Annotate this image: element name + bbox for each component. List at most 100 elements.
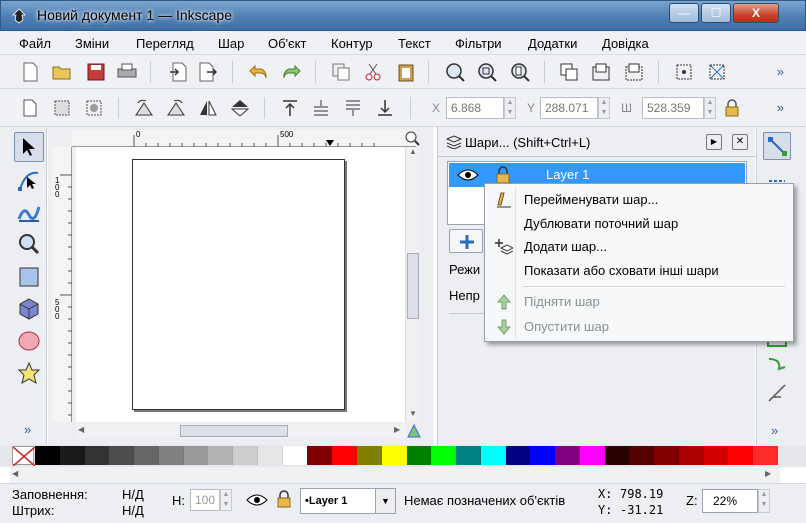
color-swatch[interactable] bbox=[555, 446, 581, 465]
group-icon[interactable] bbox=[589, 60, 613, 84]
color-swatch[interactable] bbox=[257, 446, 283, 465]
undo-icon[interactable] bbox=[247, 60, 271, 84]
redo-icon[interactable] bbox=[279, 60, 303, 84]
color-swatch[interactable] bbox=[703, 446, 729, 465]
color-swatch[interactable] bbox=[183, 446, 209, 465]
save-icon[interactable] bbox=[84, 60, 108, 84]
node-tool-icon[interactable] bbox=[14, 165, 44, 195]
ungroup-icon[interactable] bbox=[622, 60, 646, 84]
raise-to-top-icon[interactable] bbox=[278, 96, 302, 120]
snap-toggle-icon[interactable] bbox=[763, 132, 791, 160]
palette-scrollbar[interactable]: ◀ ▶ bbox=[10, 467, 780, 483]
current-layer-dropdown[interactable]: •Layer 1 ▼ bbox=[300, 488, 396, 514]
w-spin-arrows[interactable]: ▲ ▼ bbox=[704, 97, 716, 119]
y-field[interactable]: 288.071 bbox=[540, 97, 598, 119]
color-manage-icon[interactable] bbox=[407, 423, 421, 438]
color-swatch[interactable] bbox=[208, 446, 234, 465]
eye-icon[interactable] bbox=[457, 167, 479, 183]
layer-visibility-eye-icon[interactable] bbox=[246, 492, 268, 508]
flip-vertical-icon[interactable] bbox=[228, 96, 252, 120]
menu-extensions[interactable]: Додатки bbox=[528, 36, 577, 51]
zoom-spin-arrows[interactable]: ▲ ▼ bbox=[758, 489, 770, 513]
menu-item-add-layer[interactable]: Додати шар... bbox=[487, 235, 791, 258]
maximize-button[interactable]: ☐ bbox=[701, 3, 731, 23]
select-all-layers-icon[interactable] bbox=[50, 96, 74, 120]
menu-item-raise-layer[interactable]: Підняти шар bbox=[487, 290, 791, 313]
horizontal-scroll-thumb[interactable] bbox=[180, 425, 288, 437]
color-swatch[interactable] bbox=[84, 446, 110, 465]
menu-object[interactable]: Об'єкт bbox=[268, 36, 306, 51]
menu-file[interactable]: Файл bbox=[19, 36, 51, 51]
zoom-corner-icon[interactable] bbox=[404, 130, 420, 146]
menu-edit[interactable]: Зміни bbox=[75, 36, 109, 51]
color-swatch[interactable] bbox=[431, 446, 457, 465]
toolbox-overflow-button[interactable]: » bbox=[24, 422, 31, 437]
fill-value[interactable]: Н/Д bbox=[122, 487, 144, 502]
vertical-scroll-thumb[interactable] bbox=[407, 253, 419, 319]
selector-tool-icon[interactable] bbox=[14, 132, 44, 162]
layer-name[interactable]: Layer 1 bbox=[546, 167, 589, 182]
menu-path[interactable]: Контур bbox=[331, 36, 373, 51]
menu-item-duplicate-layer[interactable]: Дублювати поточний шар bbox=[487, 212, 791, 235]
color-swatch[interactable] bbox=[134, 446, 160, 465]
color-swatch[interactable] bbox=[356, 446, 382, 465]
close-button[interactable]: X bbox=[733, 3, 779, 23]
menu-item-toggle-other-layers[interactable]: Показати або сховати інші шари bbox=[487, 259, 791, 282]
dock-iconify-button[interactable]: ▶ bbox=[706, 134, 722, 150]
color-swatch[interactable] bbox=[282, 446, 308, 465]
color-swatch[interactable] bbox=[381, 446, 407, 465]
color-swatch[interactable] bbox=[406, 446, 432, 465]
color-swatch[interactable] bbox=[59, 446, 85, 465]
canvas-horizontal-scrollbar[interactable]: ◀ ▶ bbox=[76, 424, 406, 438]
rectangle-tool-icon[interactable] bbox=[14, 262, 44, 292]
snap-bar-overflow-button[interactable]: » bbox=[771, 423, 778, 438]
opacity-field[interactable]: 100 bbox=[190, 489, 220, 511]
color-swatch[interactable] bbox=[629, 446, 655, 465]
color-swatch[interactable] bbox=[158, 446, 184, 465]
tool-controls-overflow-button[interactable]: » bbox=[777, 100, 784, 115]
snap-path-icon[interactable] bbox=[767, 355, 787, 375]
menu-view[interactable]: Перегляд bbox=[136, 36, 194, 51]
open-folder-icon[interactable] bbox=[50, 60, 74, 84]
color-swatch[interactable] bbox=[604, 446, 630, 465]
lower-icon[interactable] bbox=[341, 96, 365, 120]
raise-icon[interactable] bbox=[309, 96, 333, 120]
print-icon[interactable] bbox=[115, 60, 139, 84]
flip-horizontal-icon[interactable] bbox=[196, 96, 220, 120]
color-swatch[interactable] bbox=[480, 446, 506, 465]
rotate-ccw-icon[interactable] bbox=[132, 96, 156, 120]
chevron-down-icon[interactable]: ▼ bbox=[375, 489, 395, 513]
new-document-icon[interactable] bbox=[18, 60, 42, 84]
star-tool-icon[interactable] bbox=[14, 358, 44, 388]
add-layer-button[interactable] bbox=[449, 229, 483, 253]
color-swatch[interactable] bbox=[505, 446, 531, 465]
transform-icon[interactable] bbox=[705, 60, 729, 84]
copy-icon[interactable] bbox=[329, 60, 353, 84]
export-icon[interactable] bbox=[196, 60, 220, 84]
canvas-vertical-scrollbar[interactable]: ▲ ▼ bbox=[405, 147, 419, 422]
menu-text[interactable]: Текст bbox=[398, 36, 431, 51]
import-icon[interactable] bbox=[166, 60, 190, 84]
zoom-drawing-icon[interactable] bbox=[475, 60, 499, 84]
color-swatch[interactable] bbox=[307, 446, 333, 465]
ellipse-tool-icon[interactable] bbox=[14, 326, 44, 356]
duplicate-icon[interactable] bbox=[557, 60, 581, 84]
layer-lock-icon[interactable] bbox=[495, 166, 511, 184]
menu-filters[interactable]: Фільтри bbox=[455, 36, 502, 51]
snap-intersection-icon[interactable] bbox=[767, 383, 787, 403]
toolbar-overflow-button[interactable]: » bbox=[777, 64, 784, 79]
stroke-value[interactable]: Н/Д bbox=[122, 503, 144, 518]
zoom-page-icon[interactable] bbox=[508, 60, 532, 84]
color-swatch[interactable] bbox=[332, 446, 358, 465]
color-swatch[interactable] bbox=[728, 446, 754, 465]
lower-to-bottom-icon[interactable] bbox=[373, 96, 397, 120]
color-swatch[interactable] bbox=[109, 446, 135, 465]
menu-help[interactable]: Довідка bbox=[602, 36, 649, 51]
color-swatch[interactable] bbox=[753, 446, 779, 465]
paste-icon[interactable] bbox=[394, 60, 418, 84]
tweak-tool-icon[interactable] bbox=[14, 197, 44, 227]
color-swatch[interactable] bbox=[579, 446, 605, 465]
color-swatch[interactable] bbox=[530, 446, 556, 465]
rotate-cw-icon[interactable] bbox=[164, 96, 188, 120]
color-swatch[interactable] bbox=[456, 446, 482, 465]
